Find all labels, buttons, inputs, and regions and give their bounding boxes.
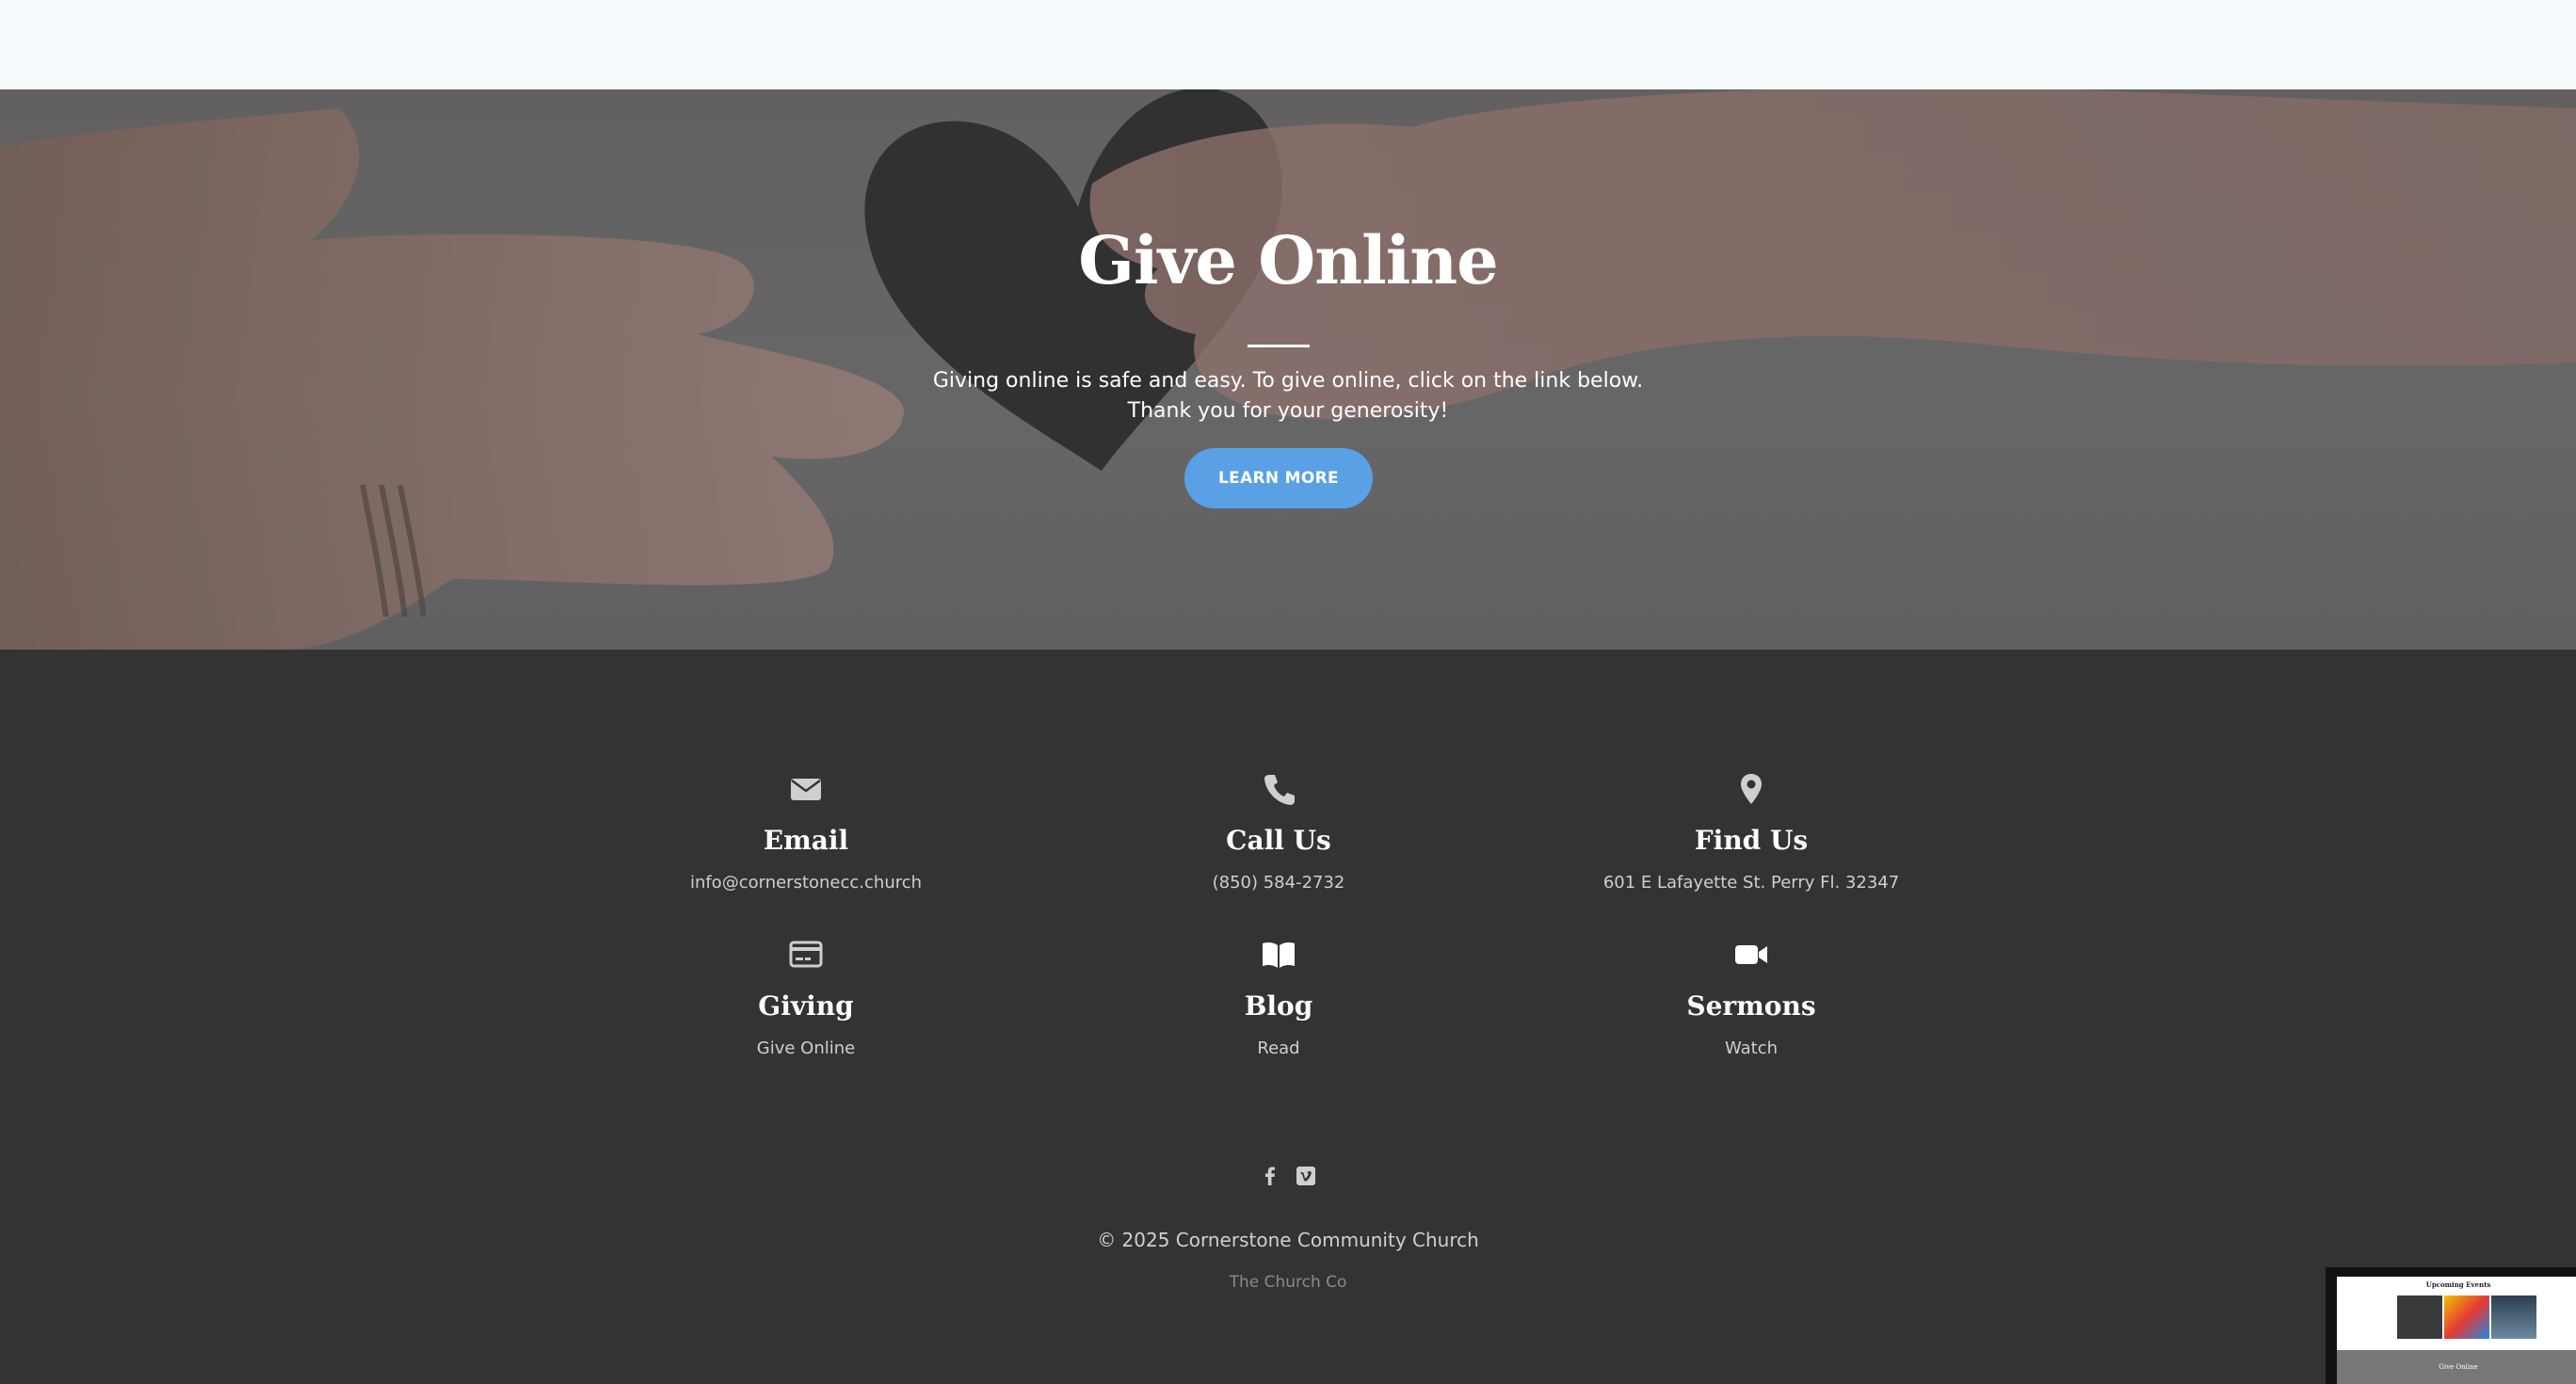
social-links xyxy=(0,1165,2576,1187)
hero-divider xyxy=(1248,345,1310,347)
contact-sermons: Sermons Watch xyxy=(1469,938,2034,1058)
sermons-heading: Sermons xyxy=(1686,990,1816,1022)
preview-event-card xyxy=(2444,1295,2489,1339)
learn-more-button[interactable]: LEARN MORE xyxy=(1184,448,1373,508)
facebook-icon[interactable] xyxy=(1259,1165,1281,1187)
map-pin-icon xyxy=(1741,774,1762,804)
preview-section-title: Upcoming Events xyxy=(2425,1280,2491,1289)
top-header-bar xyxy=(0,0,2576,89)
envelope-icon xyxy=(791,779,821,800)
copyright-text: © 2025 Cornerstone Community Church xyxy=(1097,1229,1479,1251)
preview-content: Upcoming Events Give Online xyxy=(2337,1277,2576,1384)
preview-event-card xyxy=(2397,1295,2442,1339)
open-book-icon xyxy=(1263,941,1295,968)
site-footer: Email info@cornerstonecc.church Call Us … xyxy=(0,650,2576,1384)
hero-description-line-1: Giving online is safe and easy. To give … xyxy=(932,369,1644,393)
find-us-heading: Find Us xyxy=(1694,825,1809,856)
watch-link[interactable]: Watch xyxy=(1469,1038,2034,1058)
the-church-co-credit-link[interactable]: The Church Co xyxy=(0,1273,2576,1292)
hero-content: Give Online Giving online is safe and ea… xyxy=(0,89,2576,650)
credit-card-icon xyxy=(789,941,823,968)
preview-event-card xyxy=(2491,1295,2536,1339)
page-preview-thumbnail[interactable]: Upcoming Events Give Online xyxy=(2326,1267,2576,1384)
hero-title: Give Online xyxy=(1078,221,1498,299)
address-link[interactable]: 601 E Lafayette St. Perry Fl. 32347 xyxy=(1469,873,2034,893)
give-online-hero: Give Online Giving online is safe and ea… xyxy=(0,89,2576,650)
hero-description: Giving online is safe and easy. To give … xyxy=(864,366,1712,426)
video-camera-icon xyxy=(1735,945,1767,964)
hero-description-line-2: Thank you for your generosity! xyxy=(1127,399,1449,423)
vimeo-icon[interactable] xyxy=(1295,1165,1317,1187)
contact-find-us: Find Us 601 E Lafayette St. Perry Fl. 32… xyxy=(1469,772,2034,893)
phone-icon xyxy=(1264,775,1295,805)
preview-hero-title: Give Online xyxy=(2439,1363,2478,1371)
